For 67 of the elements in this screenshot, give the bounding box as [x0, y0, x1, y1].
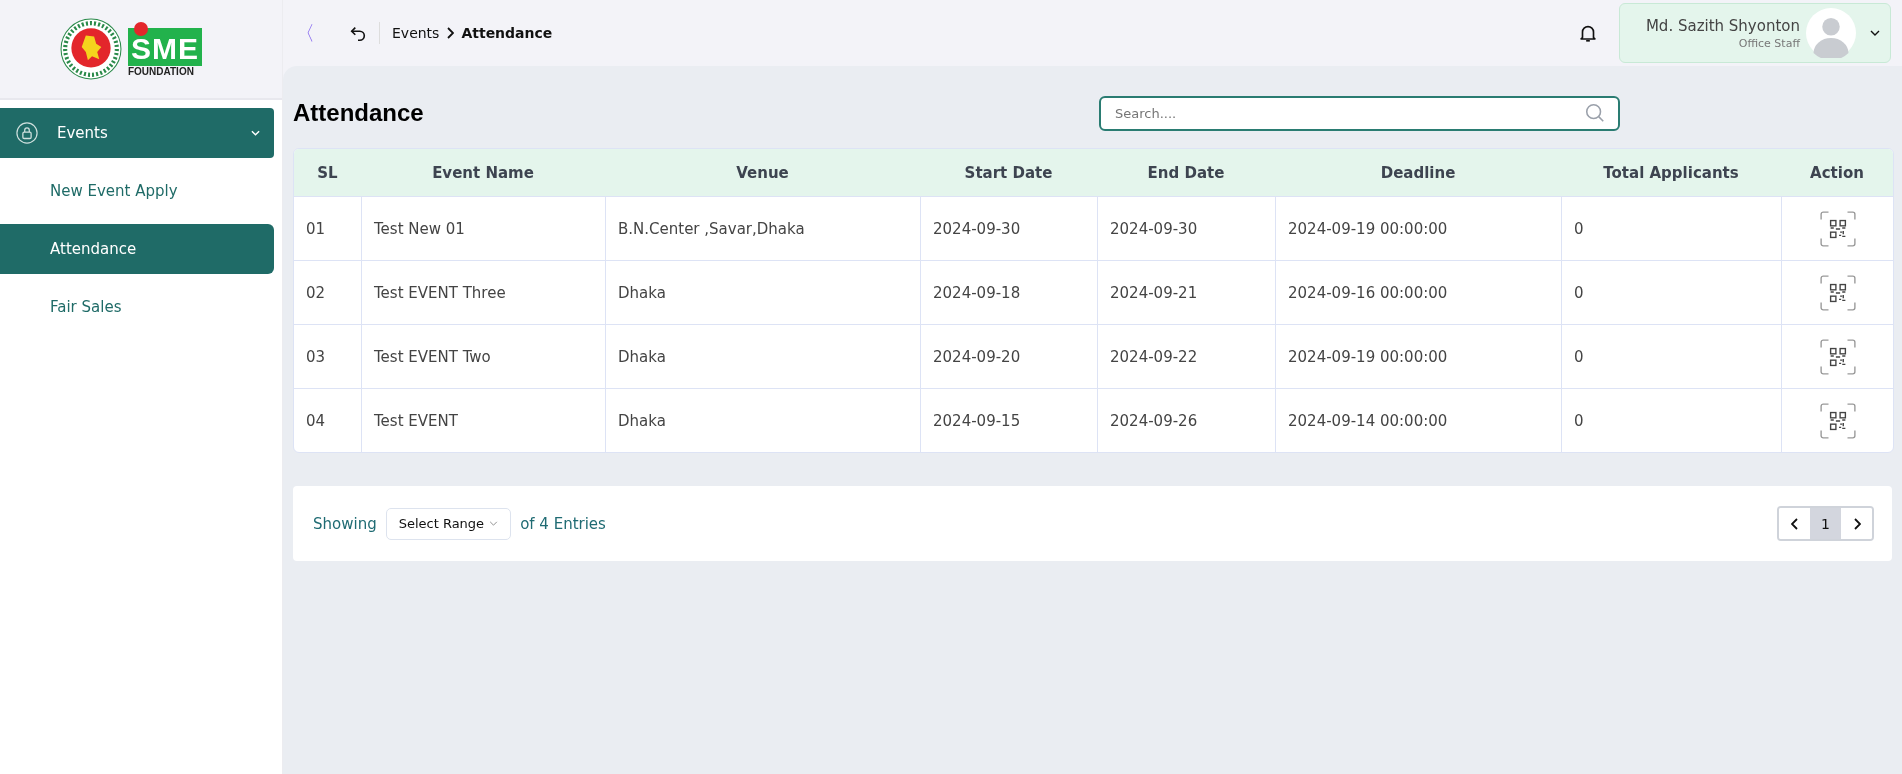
table-cell: 2024-09-21 [1097, 261, 1275, 324]
qr-scan-icon[interactable] [1818, 209, 1857, 248]
column-header: Action [1809, 162, 1865, 184]
undo-icon[interactable] [349, 24, 367, 42]
user-menu[interactable]: Md. Sazith Shyonton Office Staff [1618, 3, 1891, 63]
table-cell: Test EVENT Three [361, 261, 605, 324]
collapse-button[interactable]: 〈 [289, 19, 321, 47]
column-header: Total Applicants [1602, 162, 1740, 184]
menu-item[interactable]: New Event Apply [0, 166, 274, 216]
table-cell: 0 [1561, 261, 1781, 324]
table-cell: 2024-09-22 [1097, 325, 1275, 388]
table-cell: 0 [1561, 389, 1781, 452]
chevron-down-icon [489, 521, 499, 526]
chevron-down-icon [1870, 30, 1880, 36]
table-cell: Test EVENT [361, 389, 605, 452]
column-header: Event Name [431, 162, 535, 184]
column-header: Start Date [963, 162, 1054, 184]
page-title: Attendance [293, 99, 425, 127]
table-cell: 2024-09-19 00:00:00 [1275, 325, 1561, 388]
avatar-icon [1806, 8, 1856, 58]
table-cell: 2024-09-20 [920, 325, 1097, 388]
table-cell: 2024-09-16 00:00:00 [1275, 261, 1561, 324]
table-cell-text: 01 [305, 218, 327, 240]
menu-item[interactable]: Fair Sales [0, 282, 274, 332]
table-cell: 0 [1561, 197, 1781, 260]
column-header: SL [316, 162, 339, 184]
table-cell: 0 [1561, 325, 1781, 388]
table-cell: B.N.Center ,Savar,Dhaka [605, 197, 920, 260]
table-cell: 2024-09-26 [1097, 389, 1275, 452]
table-cell-text: 02 [305, 282, 327, 304]
entries-label: of 4 Entries [520, 514, 606, 533]
chevron-right-icon [1852, 517, 1861, 530]
table-cell: Dhaka [605, 389, 920, 452]
column-header: Deadline [1379, 162, 1457, 184]
emblem-icon [60, 18, 122, 80]
showing-label: Showing [313, 514, 377, 533]
search-field[interactable]: Search.... [1099, 95, 1620, 131]
page-button[interactable]: 1 [1810, 508, 1841, 539]
menu-item[interactable]: Attendance [0, 224, 274, 274]
table-cell: 2024-09-19 00:00:00 [1275, 197, 1561, 260]
menu-group[interactable]: Events [0, 108, 274, 158]
table-cell-text: 03 [305, 346, 327, 368]
user-name: Md. Sazith Shyonton [1645, 16, 1800, 35]
table-cell: Test New 01 [361, 197, 605, 260]
chevron-right-icon [446, 27, 455, 39]
breadcrumb-item: Attendance [461, 25, 553, 41]
range-dropdown[interactable]: Select Range [385, 507, 512, 540]
search-icon [1584, 101, 1606, 124]
chevron-left-icon [1790, 517, 1799, 530]
column-header: Venue [735, 162, 790, 184]
column-header: End Date [1146, 162, 1226, 184]
table-cell: Dhaka [605, 325, 920, 388]
table-cell: 2024-09-30 [1097, 197, 1275, 260]
qr-scan-icon[interactable] [1818, 337, 1857, 376]
table-cell: 2024-09-15 [920, 389, 1097, 452]
lock-icon [16, 122, 38, 144]
breadcrumb-item[interactable]: Events [392, 25, 440, 41]
qr-scan-icon[interactable] [1818, 401, 1857, 440]
logo: SME FOUNDATION [128, 21, 202, 77]
qr-scan-icon[interactable] [1818, 273, 1857, 312]
table-cell: 2024-09-30 [920, 197, 1097, 260]
table-cell: 2024-09-14 00:00:00 [1275, 389, 1561, 452]
table-cell: Test EVENT Two [361, 325, 605, 388]
table-cell: 2024-09-18 [920, 261, 1097, 324]
user-role: Office Staff [1738, 36, 1800, 50]
table-cell-text: 04 [305, 410, 327, 432]
table-cell: Dhaka [605, 261, 920, 324]
